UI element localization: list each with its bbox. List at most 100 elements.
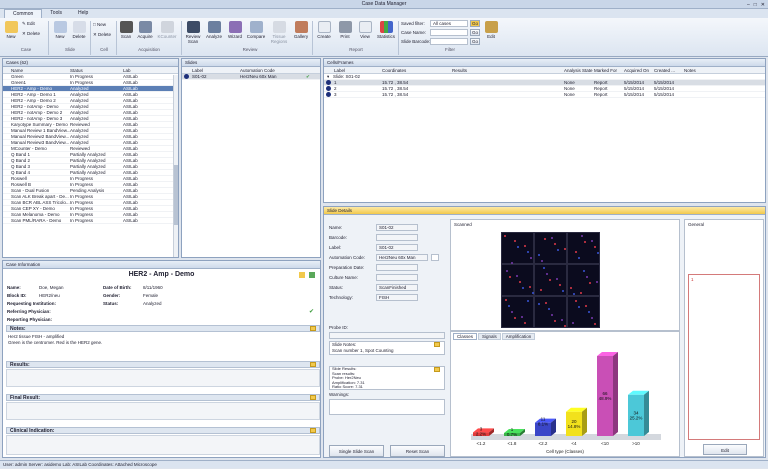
tab-amplification[interactable]: Amplification bbox=[501, 333, 536, 340]
column-marked-for[interactable]: Marked For bbox=[594, 67, 617, 74]
tab-signals[interactable]: Signals bbox=[478, 333, 501, 340]
cell-icon bbox=[326, 86, 331, 91]
single-slide-scan-button[interactable]: Single Slide Scan bbox=[329, 445, 384, 457]
group-acquisition-label: Acquisition bbox=[138, 47, 160, 52]
print-button[interactable]: Print bbox=[336, 21, 354, 39]
signal-dot bbox=[511, 311, 513, 313]
notes-edit-icon[interactable] bbox=[310, 326, 316, 331]
block-id-value: HER2/neu bbox=[39, 293, 60, 298]
new-slide-button[interactable]: New bbox=[52, 21, 68, 39]
scrollbar-thumb[interactable] bbox=[174, 165, 178, 225]
preparation-date-label: Preparation Date: bbox=[329, 265, 365, 270]
cases-scrollbar[interactable] bbox=[173, 75, 178, 257]
slide-notes-box[interactable]: Slide Notes: Scan number 1, Spot Counting bbox=[329, 341, 445, 355]
new-case-button[interactable]: New bbox=[4, 21, 18, 39]
signal-dot bbox=[549, 279, 551, 281]
edit-icon[interactable] bbox=[299, 272, 305, 278]
preparation-date-field[interactable] bbox=[376, 264, 418, 271]
automation-code-field[interactable]: Her2Neu 60x Man bbox=[376, 254, 428, 261]
view-report-button[interactable]: View bbox=[357, 21, 373, 39]
final-result-area[interactable] bbox=[6, 402, 320, 420]
saved-filter-go-button[interactable]: Go bbox=[470, 20, 480, 27]
delete-cell-button[interactable]: ✕ Delete bbox=[93, 32, 115, 37]
scan-button[interactable]: Scan bbox=[118, 21, 134, 39]
delete-case-button[interactable]: ✕ Delete bbox=[22, 31, 46, 36]
signal-dot bbox=[554, 243, 556, 245]
delete-slide-button[interactable]: Delete bbox=[70, 21, 88, 39]
column-acquired-on[interactable]: Acquired On bbox=[624, 67, 649, 74]
clinical-indication-area[interactable] bbox=[6, 435, 320, 455]
cell-coords: 15.72 , 38.54 bbox=[382, 92, 409, 97]
slide-barcode-go-button[interactable]: Go bbox=[470, 38, 480, 45]
slide-results-edit-icon[interactable] bbox=[434, 367, 440, 372]
results-edit-icon[interactable] bbox=[310, 362, 316, 367]
menu-help[interactable]: Help bbox=[70, 9, 96, 18]
signal-dot bbox=[589, 282, 591, 284]
saved-filter-select[interactable]: All cases bbox=[430, 20, 468, 27]
barcode-label: Barcode: bbox=[329, 235, 348, 240]
final-result-edit-icon[interactable] bbox=[310, 395, 316, 400]
column-coordinates[interactable]: Coordinates bbox=[382, 67, 406, 74]
results-area[interactable] bbox=[6, 369, 320, 387]
kcounter-button[interactable]: KCounter bbox=[156, 21, 178, 39]
clinical-edit-icon[interactable] bbox=[310, 428, 316, 433]
chart-panel: Classes Signals Amplification 3 2.2% <1.2 1… bbox=[450, 331, 680, 457]
probe-id-field[interactable] bbox=[329, 332, 445, 339]
signal-dot bbox=[561, 319, 563, 321]
group-filter-label: Filter bbox=[445, 47, 455, 52]
column-label[interactable]: Label bbox=[334, 67, 345, 74]
cases-table-body: Green In Progress ASILab Green1 In Progress A… bbox=[3, 74, 178, 224]
menu-common[interactable]: Common bbox=[4, 9, 43, 18]
column-created[interactable]: Created ... bbox=[654, 67, 675, 74]
case-row[interactable]: Scan PML/RARA - Demo In Progress ASILab bbox=[3, 218, 178, 224]
cell-created: 5/15/2014 bbox=[654, 92, 675, 97]
view-icon bbox=[358, 21, 372, 33]
tab-classes[interactable]: Classes bbox=[453, 333, 478, 340]
acquire-button[interactable]: Acquire bbox=[136, 21, 154, 39]
save-icon[interactable] bbox=[309, 272, 315, 278]
signal-dot bbox=[586, 276, 588, 278]
automation-code-browse-icon[interactable] bbox=[431, 254, 439, 261]
slide-label-field[interactable]: S01-02 bbox=[376, 244, 418, 251]
menu-tools[interactable]: Tools bbox=[42, 9, 70, 18]
slide-row[interactable]: S01-02 Her2Neu 60x Man ✔ bbox=[182, 74, 320, 80]
filter-edit-button[interactable]: Edit bbox=[483, 21, 499, 39]
analyze-button[interactable]: Analyze bbox=[205, 21, 223, 39]
edit-case-button[interactable]: ✎ Edit bbox=[22, 21, 46, 26]
column-notes[interactable]: Notes bbox=[684, 67, 696, 74]
gender-value: Female bbox=[143, 293, 159, 298]
cell-row[interactable]: 3 15.72 , 38.54 None Report 5/15/2014 5/15/20… bbox=[324, 92, 765, 98]
notes-section: Notes: bbox=[6, 325, 320, 332]
statistics-button[interactable]: Statistics bbox=[375, 21, 397, 39]
case-name-input[interactable] bbox=[430, 29, 468, 36]
bar-side bbox=[582, 407, 587, 436]
case-name-go-button[interactable]: Go bbox=[470, 29, 480, 36]
column-lab[interactable]: Lab bbox=[123, 67, 131, 74]
column-name[interactable]: Name bbox=[11, 67, 23, 74]
column-results[interactable]: Results bbox=[452, 67, 467, 74]
general-preview[interactable]: 1 bbox=[688, 274, 760, 440]
column-label[interactable]: Label bbox=[192, 67, 203, 74]
signal-dot bbox=[557, 249, 559, 251]
column-status[interactable]: Status bbox=[70, 67, 83, 74]
review-scan-button[interactable]: Review Scan bbox=[184, 21, 202, 44]
wizard-button[interactable]: Wizard bbox=[226, 21, 244, 39]
document-icon bbox=[317, 21, 331, 33]
create-report-button[interactable]: Create bbox=[315, 21, 333, 39]
compare-button[interactable]: Compare bbox=[246, 21, 266, 39]
signal-dot bbox=[529, 286, 531, 288]
general-edit-button[interactable]: Edit bbox=[703, 444, 747, 455]
column-automation-code[interactable]: Automation Code bbox=[240, 67, 275, 74]
slide-results-box[interactable]: Slide Results: Scan results: Probe: Her2… bbox=[329, 366, 445, 390]
culture-name-field[interactable] bbox=[376, 274, 418, 281]
tissue-regions-button[interactable]: Tissue Regions bbox=[268, 21, 290, 44]
slide-barcode-input[interactable] bbox=[430, 38, 468, 45]
slide-notes-edit-icon[interactable] bbox=[434, 342, 440, 347]
slide-name-field[interactable]: S01-02 bbox=[376, 224, 418, 231]
new-cell-button[interactable]: □ New bbox=[93, 22, 115, 27]
scanned-image[interactable] bbox=[501, 232, 601, 328]
reset-scan-button[interactable]: Reset Scan bbox=[390, 445, 445, 457]
column-analysis-state[interactable]: Analysis State bbox=[564, 67, 593, 74]
gallery-button[interactable]: Gallery bbox=[292, 21, 310, 39]
barcode-field[interactable] bbox=[376, 234, 418, 241]
